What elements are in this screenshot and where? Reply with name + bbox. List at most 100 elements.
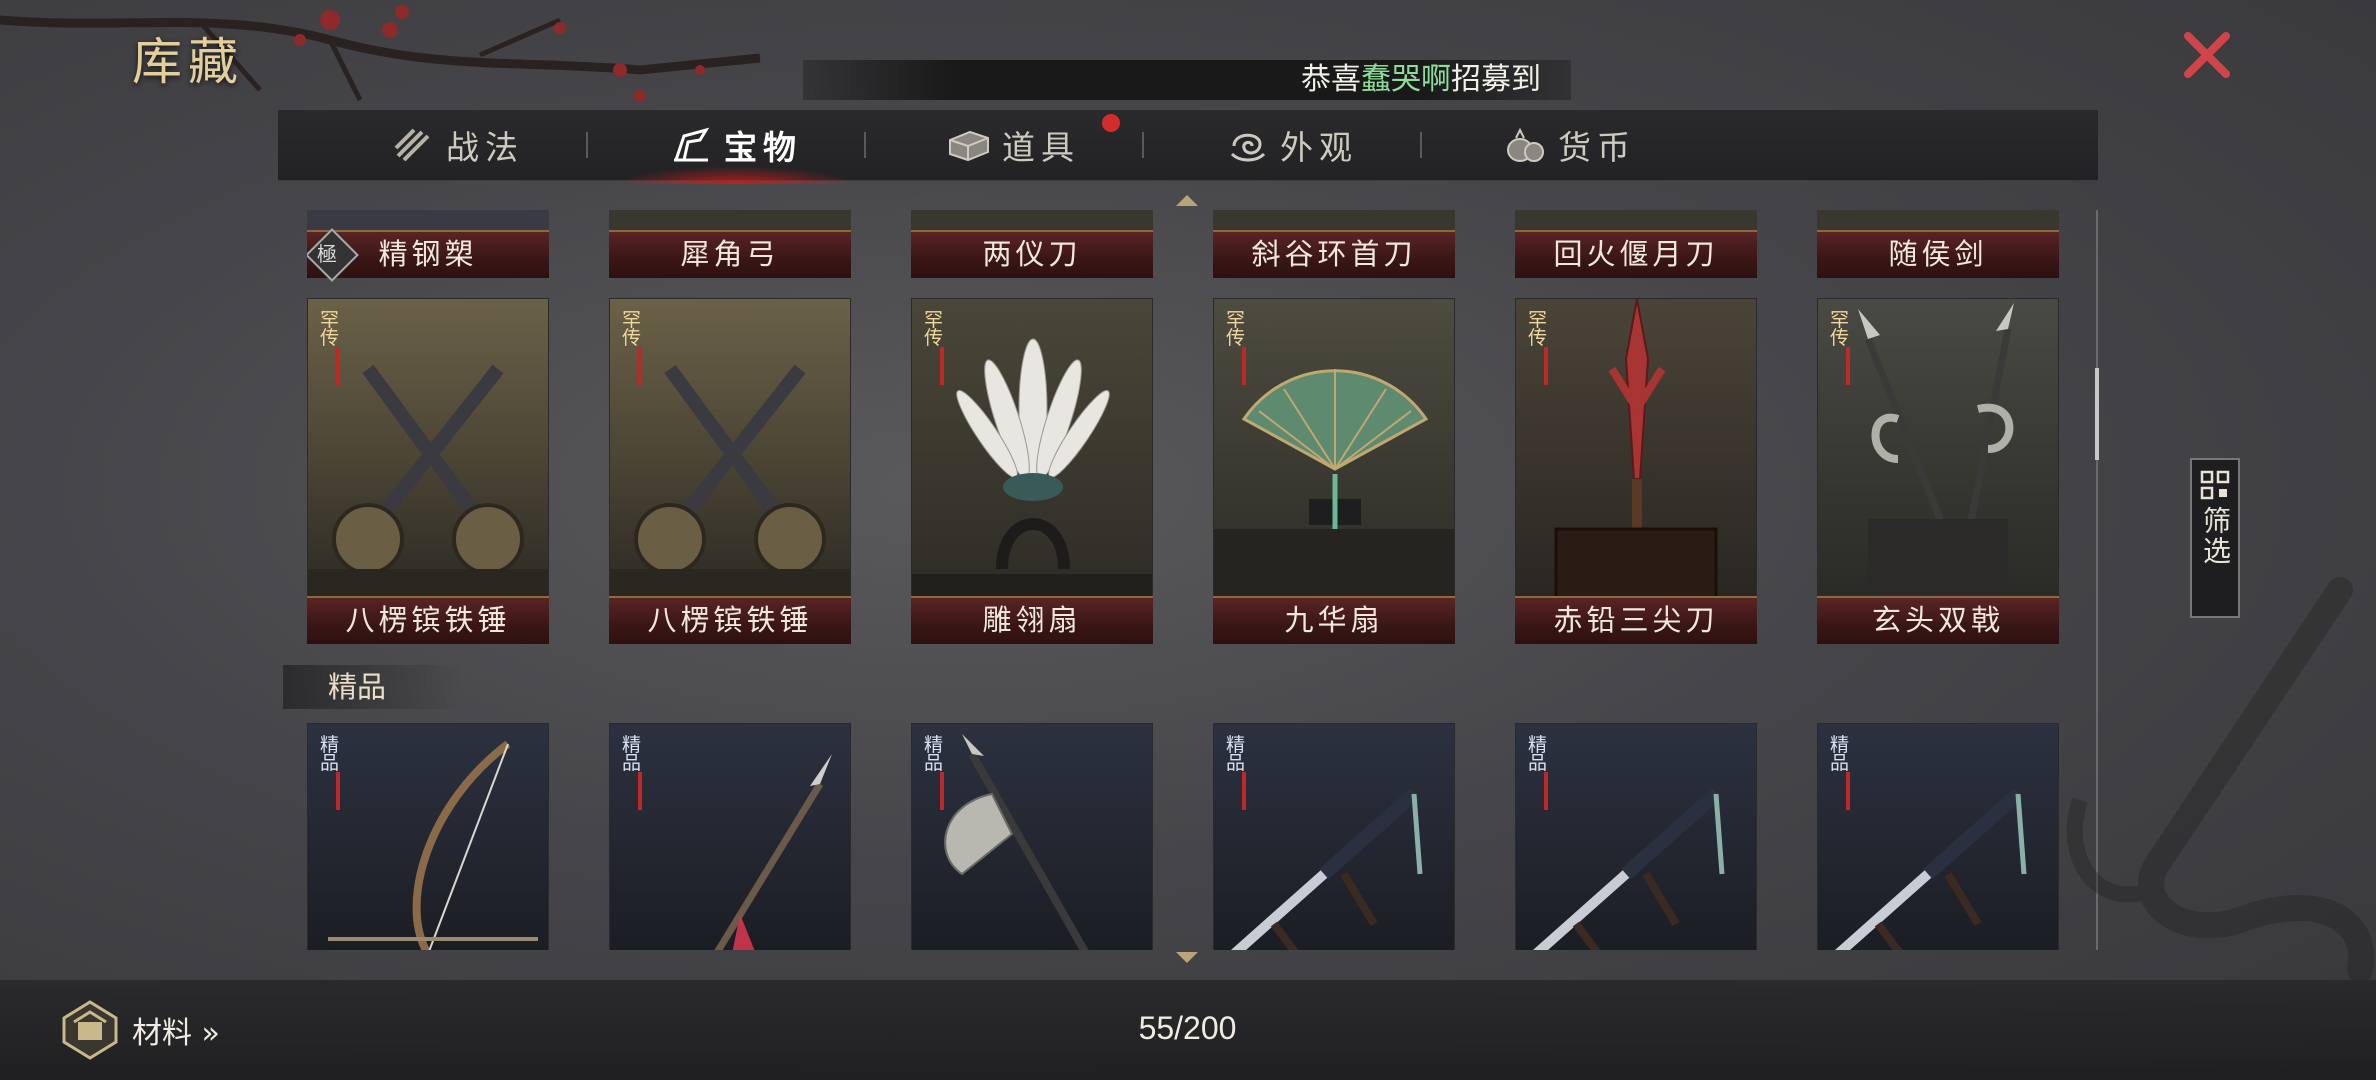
fine-badge-text: 精品	[622, 734, 642, 774]
close-icon[interactable]	[2180, 28, 2234, 82]
rare-badge-icon: 罕传	[618, 307, 658, 349]
treasure-art: 精品	[609, 723, 851, 950]
tassel-icon	[336, 772, 340, 810]
card-art-fragment	[307, 210, 549, 230]
tab-divider	[586, 132, 588, 158]
treasure-art: 罕传	[307, 298, 549, 598]
tassel-icon	[1846, 347, 1850, 385]
page-title: 库藏	[132, 33, 244, 91]
grid-filter-icon	[2200, 470, 2230, 500]
treasure-name-text: 精钢槊	[378, 237, 478, 271]
tassel-icon	[1544, 347, 1548, 385]
fine-badge-text: 精品	[1226, 734, 1246, 774]
treasure-name: 極 精钢槊	[307, 228, 549, 282]
rare-badge-icon: 罕传	[1826, 307, 1866, 349]
scroll-icon	[394, 128, 430, 162]
tassel-icon	[638, 347, 642, 385]
inventory-count: 55/200	[1138, 1010, 1237, 1046]
rare-badge-icon: 罕传	[920, 307, 960, 349]
rare-badge-text: 罕传	[1528, 309, 1548, 349]
tab-currency[interactable]: 货币	[1430, 110, 1710, 180]
card-art-fragment	[609, 210, 851, 230]
treasure-icon	[673, 127, 710, 162]
scroll-down-icon[interactable]	[1176, 952, 1198, 963]
tab-divider	[1420, 132, 1422, 158]
treasure-art: 精品	[1515, 723, 1757, 950]
filter-button[interactable]: 筛选	[2190, 458, 2240, 618]
tab-treasures[interactable]: 宝物	[596, 110, 876, 184]
fine-badge-icon: 精品	[920, 732, 960, 774]
treasure-art: 罕传	[911, 298, 1153, 598]
money-bag-icon	[1507, 127, 1544, 162]
tassel-icon	[940, 347, 944, 385]
fine-badge-icon: 精品	[1222, 732, 1262, 774]
fine-badge-icon: 精品	[618, 732, 658, 774]
treasure-art: 精品	[911, 723, 1153, 950]
treasure-art: 精品	[1817, 723, 2059, 950]
chest-icon	[949, 130, 989, 162]
fine-badge-text: 精品	[924, 734, 944, 774]
rare-badge-icon: 罕传	[316, 307, 356, 349]
notification-badge	[1102, 114, 1120, 132]
tab-divider	[864, 132, 866, 158]
rare-badge-text: 罕传	[622, 309, 642, 349]
rare-badge-text: 罕传	[320, 309, 340, 349]
fine-badge-text: 精品	[320, 734, 340, 774]
card-art-fragment	[1515, 210, 1757, 230]
tab-label: 宝物	[724, 128, 802, 167]
treasure-name: 八楞镔铁锤	[307, 596, 549, 644]
ink-brush-decoration	[2066, 577, 2375, 980]
rare-badge-icon: 罕传	[1524, 307, 1564, 349]
rare-badge-icon: 罕传	[1222, 307, 1262, 349]
tab-divider	[1142, 132, 1144, 158]
fine-badge-icon: 精品	[316, 732, 356, 774]
tab-items[interactable]: 道具	[874, 110, 1154, 180]
materials-label: 材料 »	[132, 1016, 220, 1051]
treasure-name: 八楞镔铁锤	[609, 596, 851, 644]
fine-badge-icon: 精品	[1826, 732, 1866, 774]
treasure-art: 罕传	[609, 298, 851, 598]
tassel-icon	[1242, 347, 1246, 385]
tassel-icon	[1242, 772, 1246, 810]
treasure-name: 雕翎扇	[911, 596, 1153, 644]
treasure-name: 犀角弓	[609, 230, 851, 278]
quality-badge-text: 極	[317, 242, 341, 266]
tassel-icon	[1544, 772, 1548, 810]
bottom-bar: 材料 » 55/200	[0, 980, 2376, 1080]
tab-label: 道具	[1002, 128, 1080, 167]
rare-badge-text: 罕传	[1226, 309, 1246, 349]
treasure-name: 随侯剑	[1817, 230, 2059, 278]
tab-tactics[interactable]: 战法	[318, 110, 598, 180]
category-tabbar: 战法 宝物 道具 外观 货币	[278, 110, 2098, 184]
rare-badge-text: 罕传	[924, 309, 944, 349]
treasure-name: 两仪刀	[911, 230, 1153, 278]
fine-badge-text: 精品	[1528, 734, 1548, 774]
scrollbar-thumb[interactable]	[2095, 368, 2099, 460]
tab-label: 战法	[446, 128, 524, 167]
recruit-announcement: 恭喜蠢哭啊招募到	[803, 60, 1571, 100]
card-art-fragment	[1213, 210, 1455, 230]
treasure-name: 斜谷环首刀	[1213, 230, 1455, 278]
card-art-fragment	[1817, 210, 2059, 230]
materials-button[interactable]: 材料 »	[58, 992, 220, 1068]
treasure-art: 罕传	[1515, 298, 1757, 598]
tab-label: 外观	[1280, 128, 1358, 167]
tab-appearance[interactable]: 外观	[1152, 110, 1432, 180]
tassel-icon	[1846, 772, 1850, 810]
scroll-up-icon[interactable]	[1176, 195, 1198, 206]
fine-badge-text: 精品	[1830, 734, 1850, 774]
treasure-name: 九华扇	[1213, 596, 1455, 644]
ticker-prefix: 恭喜	[1301, 62, 1361, 97]
tassel-icon	[638, 772, 642, 810]
fine-badge-icon: 精品	[1524, 732, 1564, 774]
materials-icon	[62, 1000, 118, 1060]
filter-label: 筛选	[2199, 506, 2232, 566]
tassel-icon	[940, 772, 944, 810]
section-label-fine: 精品	[283, 665, 463, 709]
treasure-name: 回火偃月刀	[1515, 230, 1757, 278]
rare-badge-text: 罕传	[1830, 309, 1850, 349]
tab-label: 货币	[1558, 128, 1636, 167]
treasure-name: 赤铅三尖刀	[1515, 596, 1757, 644]
treasure-art: 精品	[1213, 723, 1455, 950]
ticker-player-name: 蠢哭啊	[1361, 62, 1451, 97]
